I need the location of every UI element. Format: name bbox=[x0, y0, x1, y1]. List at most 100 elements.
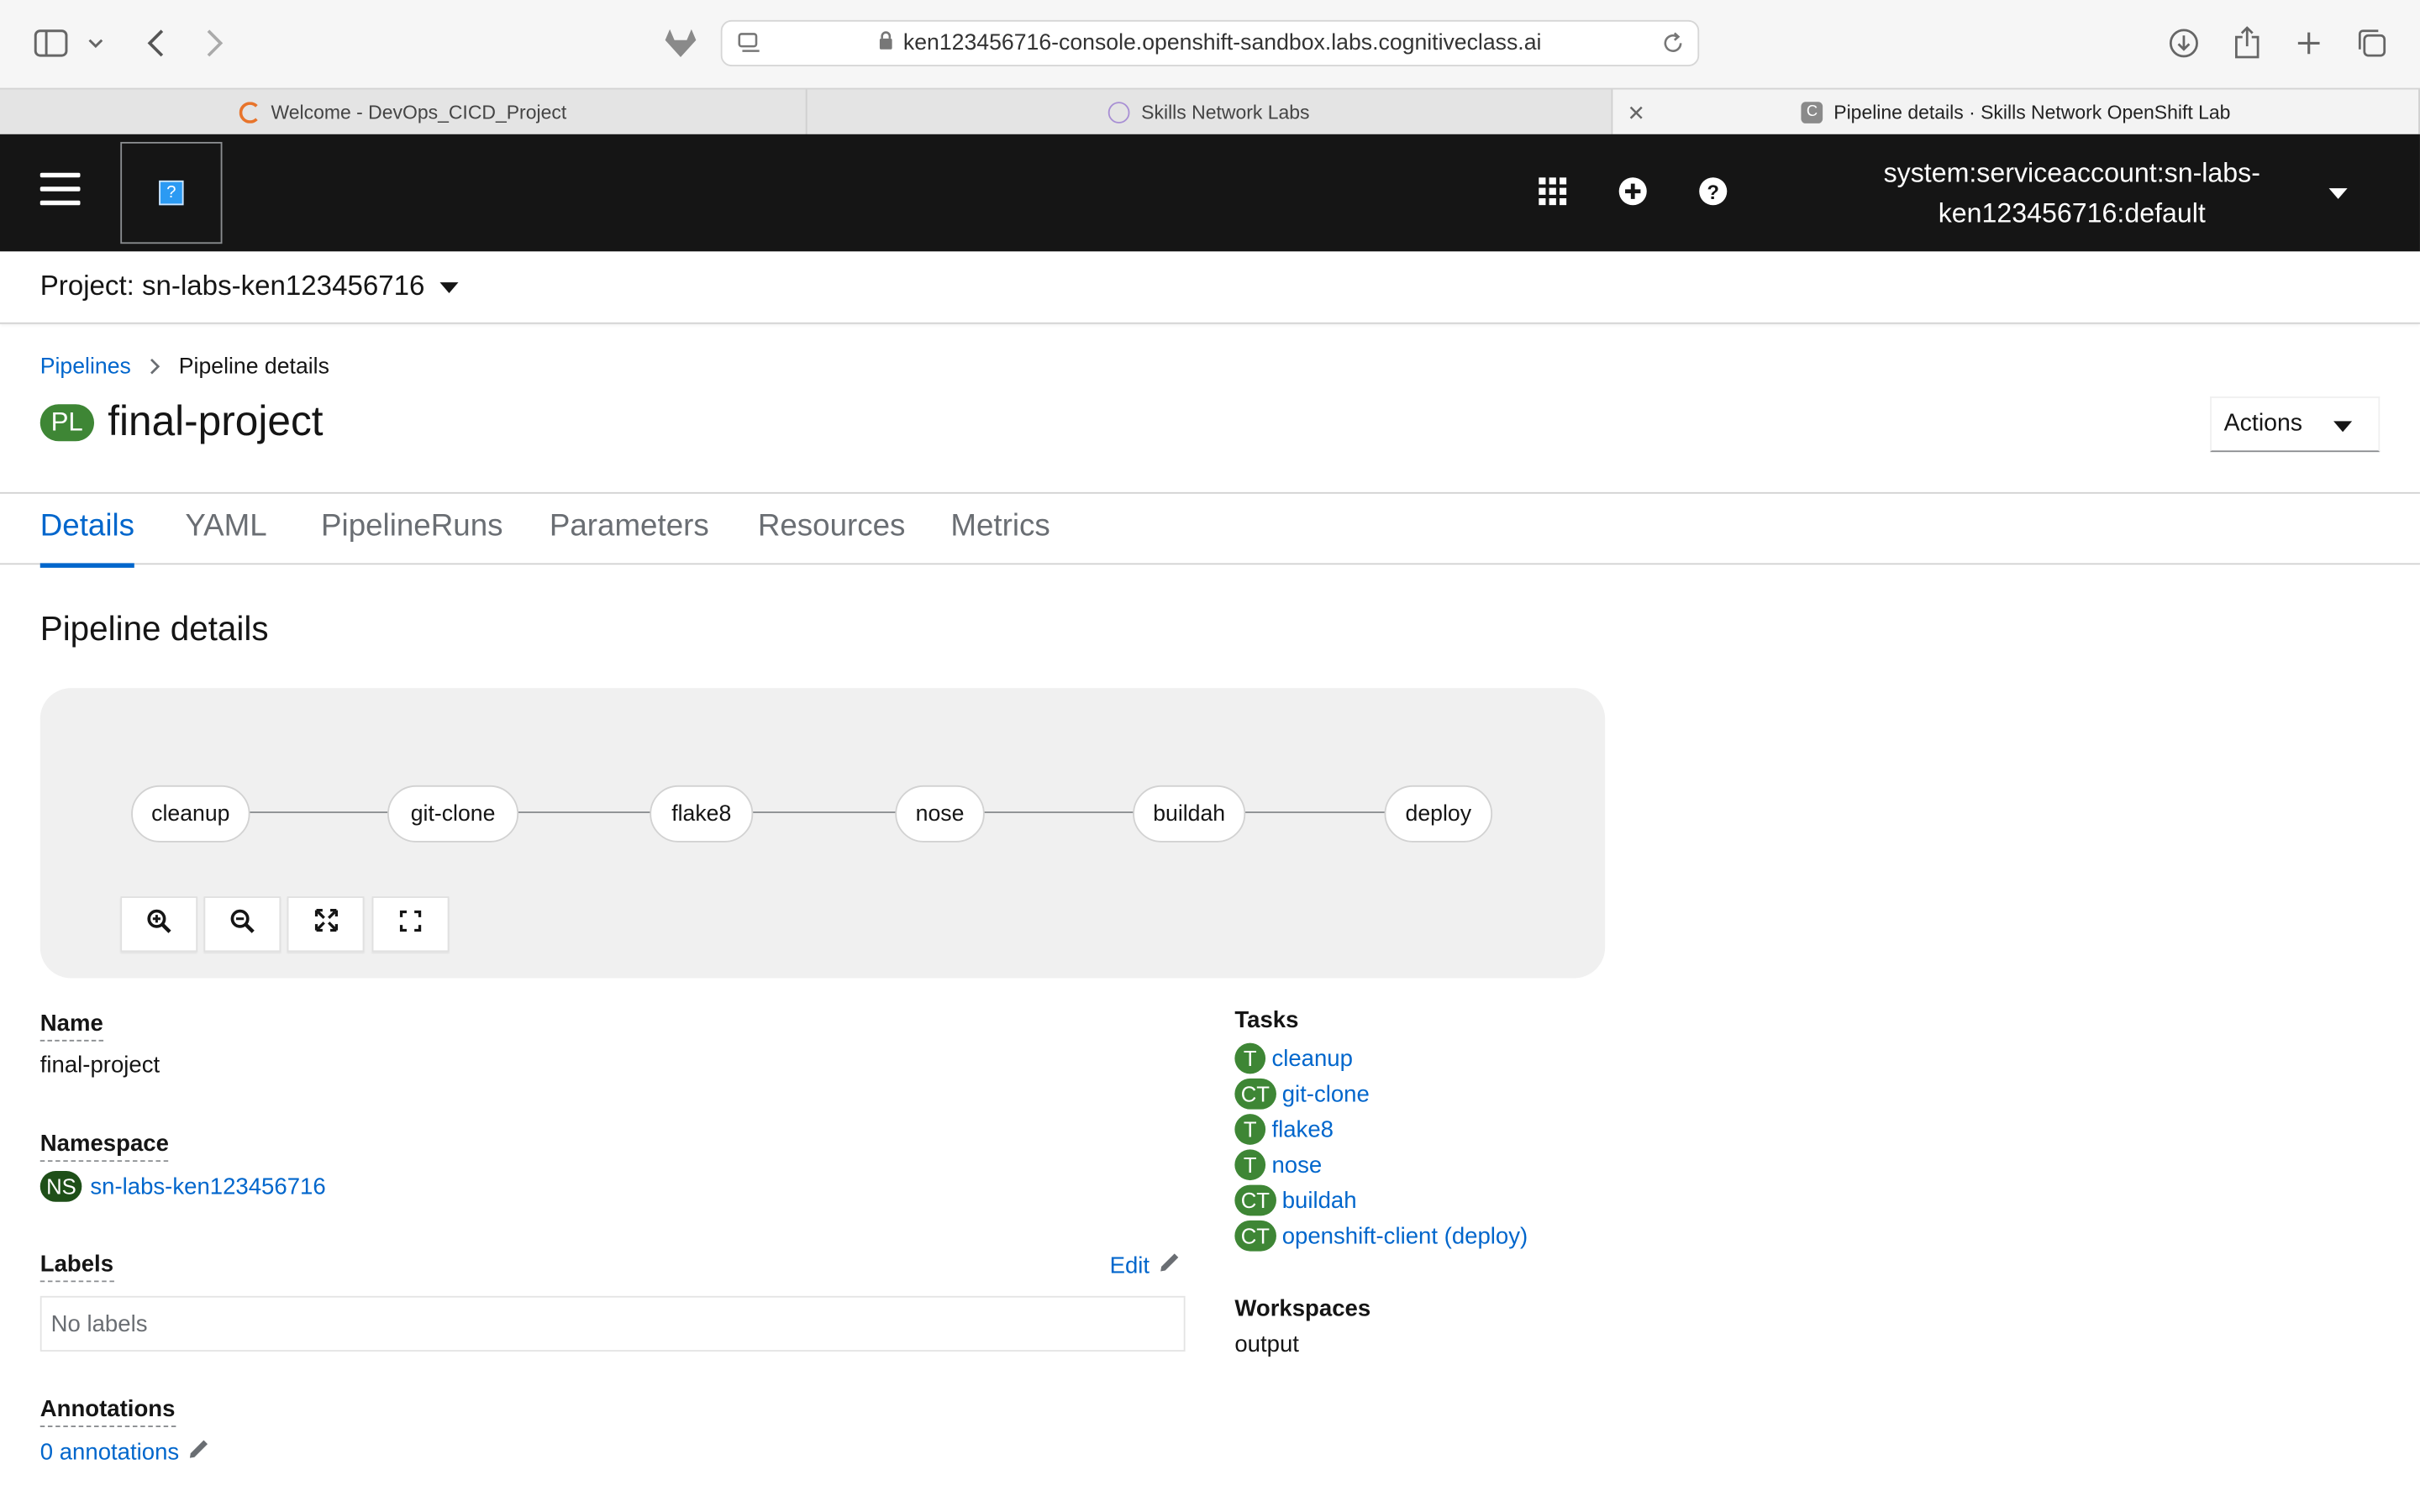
user-name-line2: ken123456716:default bbox=[1938, 197, 2206, 228]
labels-label: Labels bbox=[39, 1252, 114, 1283]
console-favicon-icon: C bbox=[1801, 101, 1823, 123]
task-link[interactable]: cleanup bbox=[1271, 1045, 1353, 1071]
browser-tab-strip: Welcome - DevOps_CICD_Project Skills Net… bbox=[0, 87, 2420, 134]
labels-edit-label: Edit bbox=[1109, 1252, 1150, 1278]
caret-down-icon[interactable] bbox=[2328, 188, 2348, 199]
page-title: final-project bbox=[108, 397, 324, 444]
downloads-icon[interactable] bbox=[2167, 26, 2201, 60]
namespace-link[interactable]: sn-labs-ken123456716 bbox=[90, 1173, 325, 1200]
pipeline-edge bbox=[515, 811, 652, 813]
task-item: T cleanup bbox=[1234, 1042, 1353, 1074]
tab-metrics[interactable]: Metrics bbox=[950, 509, 1050, 563]
pencil-icon bbox=[188, 1438, 210, 1466]
hamburger-menu-icon[interactable] bbox=[39, 172, 81, 207]
chevron-down-icon[interactable] bbox=[82, 26, 109, 60]
reset-view-button[interactable] bbox=[371, 896, 450, 953]
task-item: CT git-clone bbox=[1234, 1078, 1370, 1110]
user-name-line1: system:serviceaccount:sn-labs- bbox=[1883, 157, 2260, 189]
zoom-out-icon bbox=[230, 908, 255, 941]
task-item: CT openshift-client (deploy) bbox=[1234, 1220, 1528, 1252]
breadcrumb-pipelines-link[interactable]: Pipelines bbox=[40, 354, 131, 379]
browser-tab-skills-network[interactable]: Skills Network Labs bbox=[807, 89, 1613, 134]
app-launcher-icon[interactable] bbox=[1536, 175, 1570, 208]
pipeline-edge bbox=[981, 811, 1136, 813]
close-tab-icon[interactable]: ✕ bbox=[1628, 100, 1646, 126]
console-logo[interactable]: ? bbox=[120, 141, 223, 244]
task-badge: T bbox=[1234, 1042, 1266, 1074]
tab-overview-icon[interactable] bbox=[2355, 26, 2389, 60]
browser-tab-welcome[interactable]: Welcome - DevOps_CICD_Project bbox=[0, 89, 807, 134]
annotations-edit-button[interactable]: 0 annotations bbox=[40, 1438, 210, 1466]
project-selector[interactable]: Project: sn-labs-ken123456716 bbox=[40, 270, 425, 302]
svg-text:?: ? bbox=[1707, 181, 1719, 204]
labels-box[interactable]: No labels bbox=[39, 1295, 1186, 1352]
task-link[interactable]: buildah bbox=[1282, 1187, 1357, 1213]
reload-icon[interactable] bbox=[1660, 31, 1685, 62]
namespace-badge: NS bbox=[39, 1171, 83, 1202]
pipeline-edge bbox=[750, 811, 898, 813]
jenkins-favicon-icon bbox=[238, 101, 260, 123]
pipeline-node-deploy[interactable]: deploy bbox=[1384, 785, 1493, 843]
tab-pipelineruns[interactable]: PipelineRuns bbox=[321, 509, 502, 563]
tab-parameters[interactable]: Parameters bbox=[550, 509, 709, 563]
skills-network-favicon-icon bbox=[1108, 101, 1131, 123]
task-badge: CT bbox=[1234, 1078, 1276, 1110]
pencil-icon bbox=[1159, 1252, 1181, 1279]
task-link[interactable]: nose bbox=[1271, 1152, 1322, 1178]
details-tabs: Details YAML PipelineRuns Parameters Res… bbox=[0, 491, 2420, 568]
forward-icon[interactable] bbox=[197, 26, 231, 60]
quick-create-icon[interactable] bbox=[1616, 175, 1649, 208]
tab-resources[interactable]: Resources bbox=[758, 509, 906, 563]
tab-details[interactable]: Details bbox=[39, 509, 135, 568]
chevron-right-icon bbox=[150, 355, 160, 379]
task-link[interactable]: flake8 bbox=[1271, 1116, 1334, 1142]
address-bar[interactable]: ken123456716-console.openshift-sandbox.l… bbox=[720, 19, 1700, 66]
annotations-value: 0 annotations bbox=[39, 1438, 180, 1465]
new-tab-icon[interactable] bbox=[2291, 26, 2325, 60]
zoom-in-icon bbox=[146, 908, 171, 941]
pipeline-node-flake8[interactable]: flake8 bbox=[650, 785, 754, 843]
pipeline-edge bbox=[248, 811, 391, 813]
task-link[interactable]: git-clone bbox=[1282, 1081, 1370, 1107]
help-icon[interactable]: ? bbox=[1697, 175, 1730, 208]
browser-tab-label: Skills Network Labs bbox=[1141, 101, 1310, 123]
workspaces-label: Workspaces bbox=[1234, 1295, 1371, 1323]
screen: ken123456716-console.openshift-sandbox.l… bbox=[0, 0, 2420, 1512]
zoom-in-button[interactable] bbox=[120, 896, 198, 953]
task-badge: CT bbox=[1234, 1220, 1276, 1252]
tab-yaml[interactable]: YAML bbox=[185, 509, 266, 563]
broken-image-icon: ? bbox=[159, 180, 184, 206]
task-badge: CT bbox=[1234, 1184, 1276, 1216]
caret-down-icon[interactable] bbox=[439, 282, 459, 293]
share-icon[interactable] bbox=[2230, 26, 2264, 60]
fit-to-screen-button[interactable] bbox=[287, 896, 365, 953]
pipeline-edge bbox=[1244, 811, 1390, 813]
task-link[interactable]: openshift-client (deploy) bbox=[1282, 1223, 1528, 1249]
pipeline-node-nose[interactable]: nose bbox=[895, 785, 985, 843]
zoom-out-button[interactable] bbox=[203, 896, 281, 953]
namespace-label: Namespace bbox=[39, 1131, 169, 1163]
gitlab-extension-icon[interactable] bbox=[664, 26, 697, 60]
task-item: T flake8 bbox=[1234, 1114, 1334, 1145]
actions-dropdown[interactable]: Actions bbox=[2210, 396, 2381, 453]
user-menu[interactable]: system:serviceaccount:sn-labs- ken123456… bbox=[1852, 153, 2291, 234]
tasks-label: Tasks bbox=[1234, 1007, 1299, 1034]
pipeline-node-git-clone[interactable]: git-clone bbox=[387, 785, 519, 843]
no-labels-text: No labels bbox=[50, 1310, 148, 1337]
browser-toolbar: ken123456716-console.openshift-sandbox.l… bbox=[0, 0, 2420, 88]
labels-edit-button[interactable]: Edit bbox=[1110, 1252, 1181, 1279]
pipeline-node-buildah[interactable]: buildah bbox=[1133, 785, 1246, 843]
sidebar-toggle-icon[interactable] bbox=[34, 26, 68, 60]
name-value: final-project bbox=[39, 1052, 160, 1079]
back-icon[interactable] bbox=[139, 26, 172, 60]
pipeline-node-cleanup[interactable]: cleanup bbox=[131, 785, 250, 843]
caret-down-icon bbox=[2333, 421, 2353, 433]
pipeline-visualization: cleanup git-clone flake8 nose buildah de… bbox=[39, 688, 1606, 979]
pipeline-badge: PL bbox=[39, 403, 94, 441]
lock-icon bbox=[879, 30, 894, 56]
task-badge: T bbox=[1234, 1114, 1266, 1145]
browser-tab-pipeline-details[interactable]: ✕ C Pipeline details · Skills Network Op… bbox=[1612, 89, 2420, 134]
page-title-row: PL final-project bbox=[39, 397, 324, 446]
breadcrumb: Pipelines Pipeline details bbox=[40, 354, 329, 379]
page-menu-icon[interactable] bbox=[738, 33, 762, 60]
